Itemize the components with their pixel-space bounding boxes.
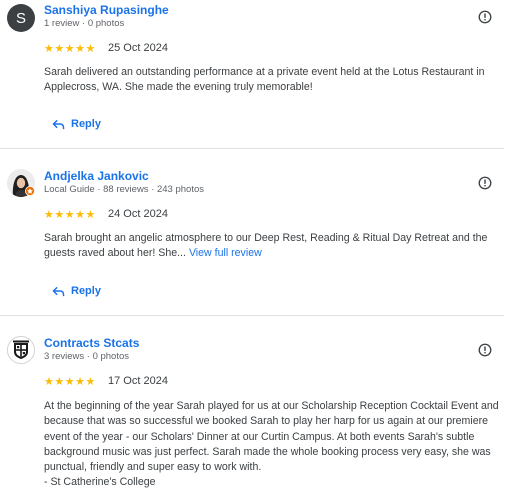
reply-button[interactable]: Reply: [52, 118, 101, 130]
review-card: Andjelka Jankovic Local Guide · 88 revie…: [0, 149, 504, 315]
reply-icon: [52, 286, 65, 296]
review-signature: - St Catherine's College: [44, 476, 156, 489]
report-icon[interactable]: [478, 343, 492, 357]
review-date: 25 Oct 2024: [108, 42, 168, 54]
review-text: Sarah delivered an outstanding performan…: [44, 65, 504, 96]
reviewer-meta: 1 review · 0 photos: [44, 18, 125, 29]
avatar[interactable]: [7, 336, 35, 364]
review-text: Sarah brought an angelic atmosphere to o…: [44, 231, 504, 262]
review-text: At the beginning of the year Sarah playe…: [44, 399, 504, 491]
reply-label: Reply: [71, 285, 101, 297]
review-date: 17 Oct 2024: [108, 375, 168, 387]
report-icon[interactable]: [478, 10, 492, 24]
review-card: Contracts Stcats 3 reviews · 0 photos ★★…: [0, 316, 504, 500]
review-date: 24 Oct 2024: [108, 208, 168, 220]
reviewer-name[interactable]: Andjelka Jankovic: [44, 169, 149, 183]
reviewer-name[interactable]: Sanshiya Rupasinghe: [44, 3, 169, 17]
review-text-body: Sarah brought an angelic atmosphere to o…: [44, 232, 488, 260]
star-rating: ★★★★★: [44, 209, 96, 221]
local-guide-badge-icon: [25, 186, 35, 196]
view-full-review-link[interactable]: View full review: [189, 247, 262, 259]
reply-icon: [52, 119, 65, 129]
reviewer-name[interactable]: Contracts Stcats: [44, 336, 139, 350]
review-text-body: Sarah delivered an outstanding performan…: [44, 66, 485, 94]
review-text-body: At the beginning of the year Sarah playe…: [44, 400, 499, 474]
reply-label: Reply: [71, 118, 101, 130]
reply-button[interactable]: Reply: [52, 285, 101, 297]
star-rating: ★★★★★: [44, 43, 96, 55]
avatar-letter: S: [15, 9, 26, 27]
report-icon[interactable]: [478, 176, 492, 190]
star-rating: ★★★★★: [44, 376, 96, 388]
review-card: S Sanshiya Rupasinghe 1 review · 0 photo…: [0, 0, 504, 148]
college-crest-icon: [8, 337, 34, 363]
reviewer-meta: Local Guide · 88 reviews · 243 photos: [44, 184, 205, 195]
reviewer-meta: 3 reviews · 0 photos: [44, 351, 130, 362]
avatar[interactable]: S: [7, 4, 35, 32]
